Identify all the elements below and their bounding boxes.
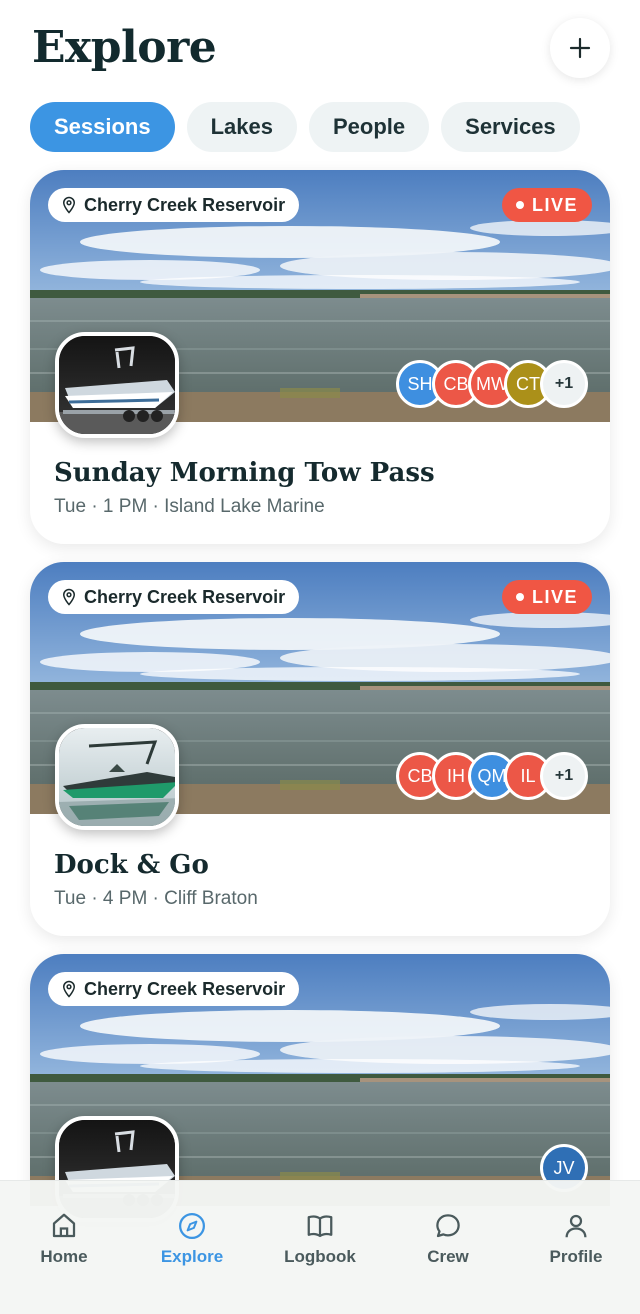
filter-chips: Sessions Lakes People Services <box>30 102 580 152</box>
location-label: Cherry Creek Reservoir <box>84 586 286 607</box>
tab-crew[interactable]: Crew <box>384 1181 512 1314</box>
location-pin-icon <box>62 980 76 998</box>
session-subtitle: Tue · 1 PM · Island Lake Marine <box>54 496 325 517</box>
compass-icon <box>179 1213 205 1239</box>
person-icon <box>565 1214 587 1238</box>
filter-chip-lakes[interactable]: Lakes <box>186 102 297 152</box>
tab-logbook-label: Logbook <box>284 1247 356 1266</box>
boat-thumbnail[interactable] <box>55 332 179 438</box>
page-title: Explore <box>32 22 217 73</box>
tab-logbook[interactable]: Logbook <box>256 1181 384 1314</box>
bottom-tab-bar: Home Explore Logbook Crew Profile <box>0 1180 640 1314</box>
tab-explore-label: Explore <box>160 1247 224 1266</box>
tab-profile-label: Profile <box>549 1247 603 1266</box>
location-label: Cherry Creek Reservoir <box>84 978 286 999</box>
live-dot-icon <box>515 201 524 209</box>
tab-home[interactable]: Home <box>0 1181 128 1314</box>
home-icon <box>52 1213 76 1238</box>
session-title: Sunday Morning Tow Pass <box>54 458 435 488</box>
session-card[interactable]: Cherry Creek Reservoir LIVE SH CB MW CT … <box>30 170 610 544</box>
live-badge: LIVE <box>501 188 592 222</box>
location-pill[interactable]: Cherry Creek Reservoir <box>48 972 300 1006</box>
session-subtitle: Tue · 4 PM · Cliff Braton <box>54 888 258 909</box>
add-session-button[interactable] <box>550 18 610 78</box>
live-label: LIVE <box>531 586 578 607</box>
plus-icon <box>569 37 591 59</box>
tab-explore[interactable]: Explore <box>128 1181 256 1314</box>
session-title: Dock & Go <box>54 850 209 880</box>
live-badge: LIVE <box>501 580 592 614</box>
more-participants-badge[interactable]: +1 <box>540 360 588 408</box>
filter-chip-people[interactable]: People <box>309 102 430 152</box>
location-label: Cherry Creek Reservoir <box>84 194 286 215</box>
tab-crew-label: Crew <box>427 1247 469 1266</box>
boat-thumbnail[interactable] <box>55 724 179 830</box>
chat-bubble-icon <box>436 1214 460 1238</box>
session-card[interactable]: Cherry Creek Reservoir LIVE CB IH QM IL … <box>30 562 610 936</box>
live-dot-icon <box>515 593 524 601</box>
live-label: LIVE <box>531 194 578 215</box>
participant-avatars[interactable]: SH CB MW CT +1 <box>396 360 588 408</box>
header: Explore <box>0 0 640 100</box>
location-pin-icon <box>62 196 76 214</box>
tab-profile[interactable]: Profile <box>512 1181 640 1314</box>
filter-chip-services[interactable]: Services <box>441 102 580 152</box>
tab-home-label: Home <box>40 1247 88 1266</box>
participant-avatars[interactable]: CB IH QM IL +1 <box>396 752 588 800</box>
filter-chip-sessions[interactable]: Sessions <box>30 102 175 152</box>
book-icon <box>307 1215 333 1238</box>
location-pill[interactable]: Cherry Creek Reservoir <box>48 188 300 222</box>
location-pin-icon <box>62 588 76 606</box>
more-participants-badge[interactable]: +1 <box>540 752 588 800</box>
location-pill[interactable]: Cherry Creek Reservoir <box>48 580 300 614</box>
